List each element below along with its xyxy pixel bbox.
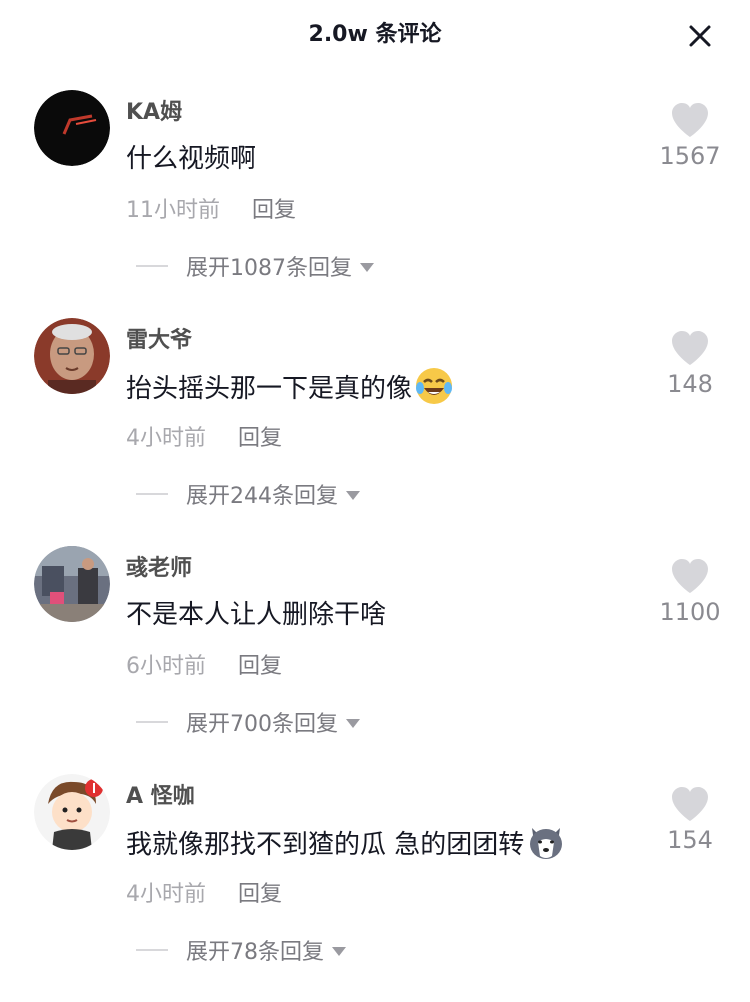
comment-text: 我就像那找不到猹的瓜 急的团团转 bbox=[126, 822, 566, 862]
reply-button[interactable]: 回复 bbox=[238, 426, 282, 451]
divider bbox=[136, 949, 168, 951]
expand-replies-button[interactable]: 展开244条回复 bbox=[136, 478, 360, 510]
like-count: 1567 bbox=[659, 142, 721, 170]
divider bbox=[136, 265, 168, 267]
comment-text-body: 什么视频啊 bbox=[126, 144, 257, 174]
comment-username[interactable]: A 怪咖 bbox=[126, 778, 195, 810]
heart-icon bbox=[672, 103, 708, 137]
like-count: 1100 bbox=[659, 598, 721, 626]
expand-replies-label: 展开1087条回复 bbox=[186, 256, 352, 281]
heart-icon bbox=[672, 787, 708, 821]
comment-username[interactable]: KA姆 bbox=[126, 94, 182, 126]
comment-username[interactable]: 彧老师 bbox=[126, 550, 192, 582]
like-button[interactable]: 1100 bbox=[650, 558, 730, 626]
comment-item: A 怪咖 我就像那找不到猹的瓜 急的团团转 4小时前 回复 展开78条回复 154 bbox=[0, 774, 750, 1002]
chevron-down-icon bbox=[346, 490, 360, 500]
like-button[interactable]: 154 bbox=[650, 786, 730, 854]
comment-time: 11小时前 bbox=[126, 198, 220, 223]
reply-button[interactable]: 回复 bbox=[252, 198, 296, 223]
laughing-crying-emoji-icon bbox=[416, 368, 453, 404]
avatar[interactable] bbox=[34, 318, 110, 394]
comment-meta: 6小时前 回复 bbox=[126, 648, 282, 680]
comment-text: 什么视频啊 bbox=[126, 138, 256, 175]
comment-meta: 4小时前 回复 bbox=[126, 876, 282, 908]
reply-button[interactable]: 回复 bbox=[238, 882, 282, 907]
comment-time: 6小时前 bbox=[126, 654, 206, 679]
comment-time: 4小时前 bbox=[126, 882, 206, 907]
husky-dog-emoji-icon bbox=[530, 828, 563, 859]
chevron-down-icon bbox=[346, 718, 360, 728]
avatar[interactable] bbox=[34, 546, 110, 622]
comment-meta: 4小时前 回复 bbox=[126, 420, 282, 452]
comment-text: 抬头摇头那一下是真的像 bbox=[126, 366, 454, 406]
expand-replies-button[interactable]: 展开78条回复 bbox=[136, 934, 346, 966]
expand-replies-label: 展开78条回复 bbox=[186, 940, 324, 965]
comment-time: 4小时前 bbox=[126, 426, 206, 451]
reply-button[interactable]: 回复 bbox=[238, 654, 282, 679]
comment-meta: 11小时前 回复 bbox=[126, 192, 296, 224]
avatar[interactable] bbox=[34, 774, 110, 850]
chevron-down-icon bbox=[360, 262, 374, 272]
like-button[interactable]: 1567 bbox=[650, 102, 730, 170]
chevron-down-icon bbox=[332, 946, 346, 956]
heart-icon bbox=[672, 559, 708, 593]
expand-replies-button[interactable]: 展开1087条回复 bbox=[136, 250, 374, 282]
comment-item: 彧老师 不是本人让人删除干啥 6小时前 回复 展开700条回复 1100 bbox=[0, 546, 750, 774]
expand-replies-label: 展开700条回复 bbox=[186, 712, 338, 737]
comments-title: 2.0w 条评论 bbox=[308, 22, 442, 47]
like-button[interactable]: 148 bbox=[650, 330, 730, 398]
avatar[interactable] bbox=[34, 90, 110, 166]
heart-icon bbox=[672, 331, 708, 365]
close-icon[interactable] bbox=[686, 22, 714, 50]
comment-text-body: 抬头摇头那一下是真的像 bbox=[126, 373, 413, 404]
expand-replies-button[interactable]: 展开700条回复 bbox=[136, 706, 360, 738]
comment-text-body: 不是本人让人删除干啥 bbox=[126, 600, 387, 630]
comment-username[interactable]: 雷大爷 bbox=[126, 322, 192, 354]
divider bbox=[136, 721, 168, 723]
like-count: 154 bbox=[667, 826, 713, 854]
comments-header: 2.0w 条评论 bbox=[0, 0, 750, 64]
expand-replies-label: 展开244条回复 bbox=[186, 484, 338, 509]
comment-item: KA姆 什么视频啊 11小时前 回复 展开1087条回复 1567 bbox=[0, 90, 750, 318]
divider bbox=[136, 493, 168, 495]
like-count: 148 bbox=[667, 370, 713, 398]
comment-item: 雷大爷 抬头摇头那一下是真的像 4小时前 回复 展开244条回复 148 bbox=[0, 318, 750, 546]
comment-text-body: 我就像那找不到猹的瓜 急的团团转 bbox=[126, 829, 525, 860]
comment-text: 不是本人让人删除干啥 bbox=[126, 594, 386, 631]
